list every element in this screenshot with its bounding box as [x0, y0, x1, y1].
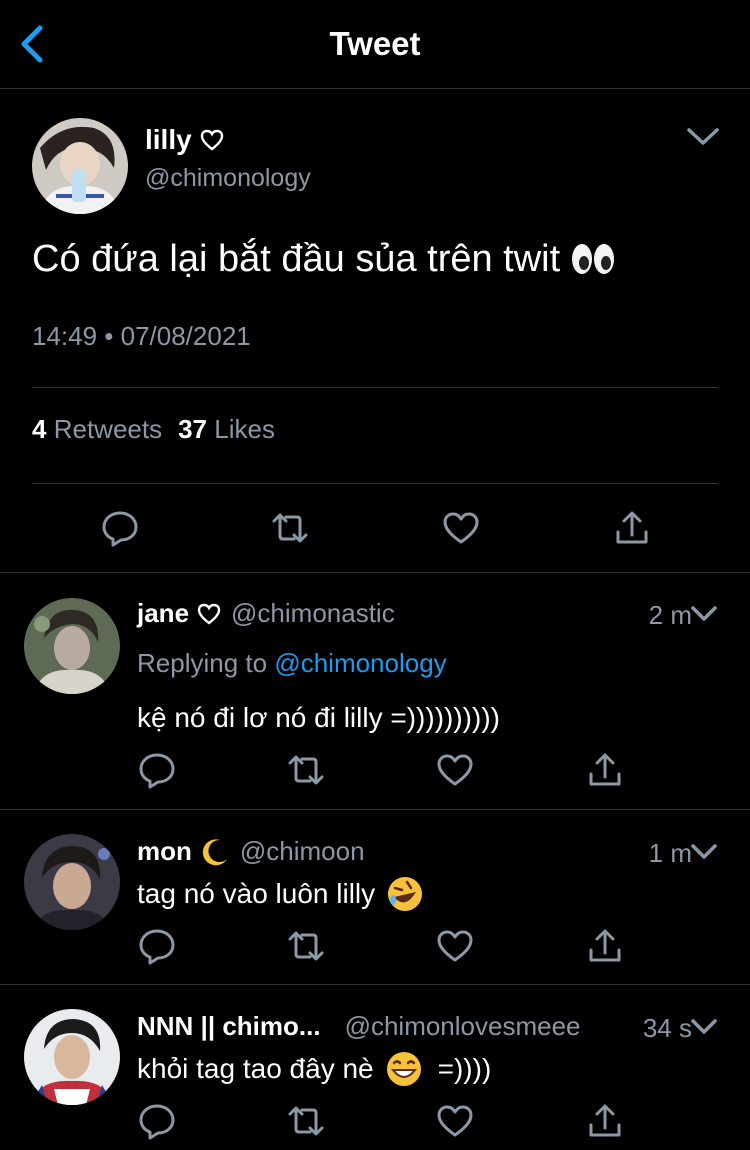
crescent-moon-icon [202, 838, 227, 865]
retweets-label: Retweets [53, 414, 163, 444]
retweet-icon[interactable] [286, 750, 326, 790]
replying-to: Replying to @chimonology [137, 648, 447, 679]
top-bar: Tweet [0, 0, 750, 89]
reply-icon[interactable] [137, 926, 177, 966]
reply-author-name[interactable]: NNN || chimo... [137, 1011, 321, 1042]
reply-author-name-text: NNN || chimo... [137, 1011, 321, 1041]
eyes-emoji-icon [570, 241, 616, 277]
reply-text: tag nó vào luôn lilly [137, 874, 425, 914]
like-heart-icon[interactable] [435, 1101, 475, 1141]
reply-author-name[interactable]: mon [137, 836, 230, 867]
main-tweet: lilly @chimonology Có đứa lại bắt đầu sủ… [0, 88, 750, 573]
rofl-emoji-icon [385, 874, 425, 914]
reply-tweet[interactable]: jane @chimonastic 2 m Replying to @chimo… [0, 572, 750, 810]
reply-text-after: =)))) [437, 1053, 492, 1084]
reply-time: 34 s [642, 1013, 692, 1043]
like-heart-icon[interactable] [435, 926, 475, 966]
likes-label: Likes [214, 414, 275, 444]
retweet-icon[interactable] [270, 508, 310, 548]
tweet-timestamp[interactable]: 14:49 • 07/08/2021 [32, 321, 251, 352]
reply-author-handle[interactable]: @chimonastic [231, 598, 395, 629]
share-icon[interactable] [585, 1101, 625, 1141]
replying-to-prefix: Replying to [137, 648, 268, 678]
likes-count: 37 [178, 414, 208, 444]
author-name[interactable]: lilly [145, 124, 224, 156]
reply-tweet[interactable]: mon @chimoon 1 m tag nó vào luôn lilly [0, 810, 750, 985]
like-heart-icon[interactable] [441, 508, 481, 548]
retweets-stat[interactable]: 4 Retweets [32, 414, 162, 445]
retweet-icon[interactable] [286, 1101, 326, 1141]
reply-text: khỏi tag tao đây nè =)))) [137, 1049, 491, 1089]
reply-icon[interactable] [100, 508, 140, 548]
chevron-down-icon[interactable] [686, 126, 720, 148]
share-icon[interactable] [585, 926, 625, 966]
divider [32, 483, 718, 484]
share-icon[interactable] [585, 750, 625, 790]
reply-author-name[interactable]: jane [137, 598, 221, 629]
reply-header: mon @chimoon [137, 836, 365, 867]
reply-text-before: khỏi tag tao đây nè [137, 1053, 374, 1084]
reply-author-name-text: mon [137, 836, 192, 866]
reply-text: kệ nó đi lơ nó đi lilly =)))))))))) [137, 702, 500, 733]
heart-outline-icon [197, 603, 221, 625]
author-handle[interactable]: @chimonology [145, 164, 311, 193]
author-name-text: lilly [145, 124, 192, 155]
chevron-down-icon[interactable] [690, 1017, 718, 1037]
tweet-text: Có đứa lại bắt đầu sủa trên twit [32, 235, 616, 283]
tweet-stats: 4 Retweets 37 Likes [32, 414, 275, 445]
chevron-down-icon[interactable] [690, 604, 718, 624]
reply-time: 1 m [648, 838, 692, 868]
share-icon[interactable] [612, 508, 652, 548]
chevron-down-icon[interactable] [690, 842, 718, 862]
avatar[interactable] [24, 1009, 120, 1105]
page-title: Tweet [329, 25, 421, 62]
reply-author-handle[interactable]: @chimonlovesmeee [345, 1011, 581, 1042]
reply-header: jane @chimonastic [137, 598, 395, 629]
reply-text-content: tag nó vào luôn lilly [137, 878, 376, 909]
divider [32, 387, 718, 388]
reply-author-handle[interactable]: @chimoon [240, 836, 365, 867]
heart-outline-icon [200, 129, 223, 151]
replying-to-handle[interactable]: @chimonology [274, 648, 446, 678]
reply-header: NNN || chimo... @chimonlovesmeee [137, 1011, 581, 1042]
avatar[interactable] [24, 834, 120, 930]
avatar[interactable] [24, 598, 120, 694]
like-heart-icon[interactable] [435, 750, 475, 790]
likes-stat[interactable]: 37 Likes [178, 414, 275, 445]
reply-icon[interactable] [137, 750, 177, 790]
avatar[interactable] [32, 118, 128, 214]
reply-tweet[interactable]: NNN || chimo... @chimonlovesmeee 34 s kh… [0, 985, 750, 1150]
tweet-text-content: Có đứa lại bắt đầu sủa trên twit [32, 238, 561, 280]
retweet-icon[interactable] [286, 926, 326, 966]
grin-emoji-icon [384, 1049, 424, 1089]
reply-time: 2 m [648, 600, 692, 630]
reply-author-name-text: jane [137, 598, 190, 628]
retweets-count: 4 [32, 414, 47, 444]
reply-icon[interactable] [137, 1101, 177, 1141]
